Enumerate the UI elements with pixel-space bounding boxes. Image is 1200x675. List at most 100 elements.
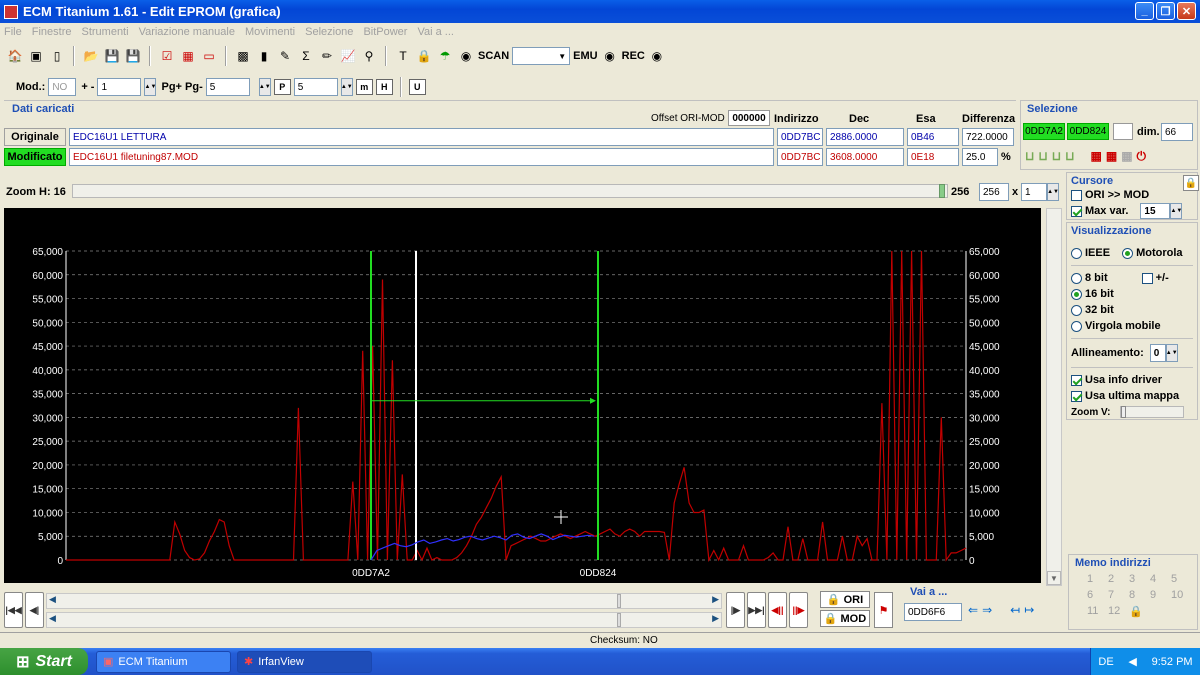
paint-icon[interactable]: ✏ — [318, 47, 336, 65]
memo-item[interactable]: 4 — [1150, 573, 1170, 585]
goto-ori-icon[interactable]: ⇐ — [968, 603, 978, 617]
memo-item[interactable]: 12 — [1108, 605, 1128, 618]
scroll-right-icon[interactable]: ▶ — [712, 613, 719, 624]
run-icon[interactable]: ☂ — [436, 47, 454, 65]
chart-area[interactable]: 0 0 5,000 5,000 10,000 10,000 15,000 15,000 20,0… — [4, 208, 1041, 583]
p-spinner[interactable]: ▲▼ — [340, 78, 353, 96]
zoom-h-slider[interactable] — [72, 184, 948, 198]
save-as-icon[interactable]: 💾 — [124, 47, 142, 65]
prev-button[interactable]: ◀| — [25, 592, 44, 628]
u-button[interactable]: U — [408, 79, 426, 95]
p-field[interactable]: 5 — [293, 78, 338, 96]
cursor-lock-icon[interactable]: 🔒 — [1183, 175, 1199, 191]
memo-item[interactable]: 9 — [1150, 589, 1170, 601]
originale-file[interactable]: EDC16U1 LETTURA — [69, 128, 774, 146]
modificato-dec[interactable]: 3608.0000 — [826, 148, 904, 166]
scroll-left-icon[interactable]: ◀ — [49, 594, 56, 605]
h-button[interactable]: H — [375, 79, 393, 95]
scroll-right-icon[interactable]: ▶ — [712, 594, 719, 605]
memo-right-icon[interactable]: ↦ — [1024, 603, 1034, 617]
modificato-diff[interactable]: 25.0 — [962, 148, 998, 166]
mod-button[interactable]: 🔒 MOD — [820, 610, 870, 627]
edit-icon[interactable]: ☑ — [158, 47, 176, 65]
pg-field[interactable]: 5 — [205, 78, 250, 96]
last-page-button[interactable]: ▶▶| — [747, 592, 766, 628]
scan-select[interactable]: ▼ — [512, 47, 571, 65]
record-dot-icon[interactable]: ◉ — [457, 47, 475, 65]
zoom-mult-spinner[interactable]: ▲▼ — [1047, 183, 1059, 201]
eprom-chart[interactable]: 0 0 5,000 5,000 10,000 10,000 15,000 15,000 20,0… — [4, 208, 1041, 583]
copy-edit-icon[interactable]: ▦ — [179, 47, 197, 65]
motorola-radio[interactable] — [1122, 247, 1134, 259]
scroll-left-icon[interactable]: ◀ — [49, 613, 56, 624]
goto-mod-icon[interactable]: ⇒ — [982, 603, 992, 617]
home-icon[interactable]: 🏠 — [6, 47, 24, 65]
open-folder-icon[interactable]: 📂 — [82, 47, 100, 65]
originale-indirizzo[interactable]: 0DD7BC — [777, 128, 823, 146]
scroll-down-icon[interactable]: ▼ — [1047, 571, 1061, 585]
memo-item[interactable]: 7 — [1108, 589, 1128, 601]
lock-icon[interactable]: 🔒 — [415, 47, 433, 65]
maximize-button[interactable]: ❐ — [1156, 2, 1175, 20]
pg-spinner[interactable]: ▲▼ — [258, 78, 271, 96]
sel-left-icon[interactable]: ⊔ — [1025, 149, 1034, 164]
sel-clear-icon[interactable]: ▦ — [1121, 149, 1132, 164]
flag-icon[interactable]: ⚑ — [874, 592, 893, 628]
memo-item[interactable]: 2 — [1108, 573, 1128, 585]
red-next-button[interactable]: ||▶ — [789, 592, 808, 628]
zoom-v-slider[interactable] — [1120, 406, 1185, 418]
ori-hscrollbar[interactable]: ◀ ▶ — [46, 593, 722, 609]
graph-icon[interactable]: 📈 — [339, 47, 357, 65]
bit32-radio[interactable] — [1071, 304, 1082, 316]
memo-left-icon[interactable]: ↤ — [1010, 603, 1020, 617]
menu-bitpower[interactable]: BitPower — [363, 26, 407, 38]
memo-item[interactable]: 6 — [1087, 589, 1107, 601]
allineamento-field[interactable]: 0 — [1149, 344, 1166, 362]
menu-vai-a[interactable]: Vai a ... — [417, 26, 453, 38]
selezione-end[interactable]: 0DD824 — [1067, 123, 1109, 140]
max-var-field[interactable]: 15 — [1140, 203, 1171, 219]
allineamento-spinner[interactable]: ▲▼ — [1165, 344, 1178, 362]
sel-paste-icon[interactable]: ▦ — [1106, 149, 1117, 164]
pencil-icon[interactable]: ✎ — [276, 47, 294, 65]
memo-item[interactable]: 11 — [1087, 605, 1107, 618]
sel-mark-icon[interactable]: ⊔ — [1038, 149, 1047, 164]
tray-arrow-icon[interactable]: ◀ — [1128, 655, 1136, 668]
menu-strumenti[interactable]: Strumenti — [81, 26, 128, 38]
lang-indicator[interactable]: DE — [1098, 656, 1113, 668]
bit16-radio[interactable] — [1071, 288, 1082, 300]
sel-eq-icon[interactable]: ⊔ — [1065, 149, 1074, 164]
originale-esa[interactable]: 0B46 — [907, 128, 959, 146]
mod-field[interactable]: NO — [48, 78, 77, 96]
emu-dot-icon[interactable]: ◉ — [601, 47, 619, 65]
menu-variazione[interactable]: Variazione manuale — [139, 26, 235, 38]
usa-info-checkbox[interactable] — [1071, 374, 1082, 386]
memo-item[interactable]: 3 — [1129, 573, 1149, 585]
page-icon[interactable]: ▯ — [48, 47, 66, 65]
dim-field[interactable]: 66 — [1161, 123, 1193, 141]
start-button[interactable]: ⊞ Start — [0, 648, 88, 675]
sel-copy-icon[interactable]: ▦ — [1091, 149, 1102, 164]
close-button[interactable]: ✕ — [1177, 2, 1196, 20]
menu-finestre[interactable]: Finestre — [32, 26, 72, 38]
battery-icon[interactable]: ▮ — [255, 47, 273, 65]
save-icon[interactable]: 💾 — [103, 47, 121, 65]
memo-item[interactable]: 10 — [1171, 589, 1191, 601]
zoom-h-thumb[interactable] — [939, 184, 945, 198]
windows-icon[interactable]: ▣ — [27, 47, 45, 65]
text-icon[interactable]: T — [394, 47, 412, 65]
max-var-spinner[interactable]: ▲▼ — [1170, 203, 1183, 219]
memo-lock-icon[interactable]: 🔒 — [1129, 605, 1149, 618]
ori-button[interactable]: 🔒 ORI — [820, 591, 870, 608]
sum-icon[interactable]: Σ — [297, 47, 315, 65]
binoculars-icon[interactable]: ⚲ — [360, 47, 378, 65]
virgola-radio[interactable] — [1071, 320, 1082, 332]
zoom-mult-field[interactable]: 1 — [1021, 183, 1047, 201]
modificato-indirizzo[interactable]: 0DD7BC — [777, 148, 823, 166]
modificato-file[interactable]: EDC16U1 filetuning87.MOD — [69, 148, 774, 166]
menu-selezione[interactable]: Selezione — [305, 26, 353, 38]
menu-movimenti[interactable]: Movimenti — [245, 26, 295, 38]
originale-dec[interactable]: 2886.0000 — [826, 128, 904, 146]
max-var-checkbox[interactable] — [1071, 205, 1082, 217]
bit8-radio[interactable] — [1071, 272, 1082, 284]
